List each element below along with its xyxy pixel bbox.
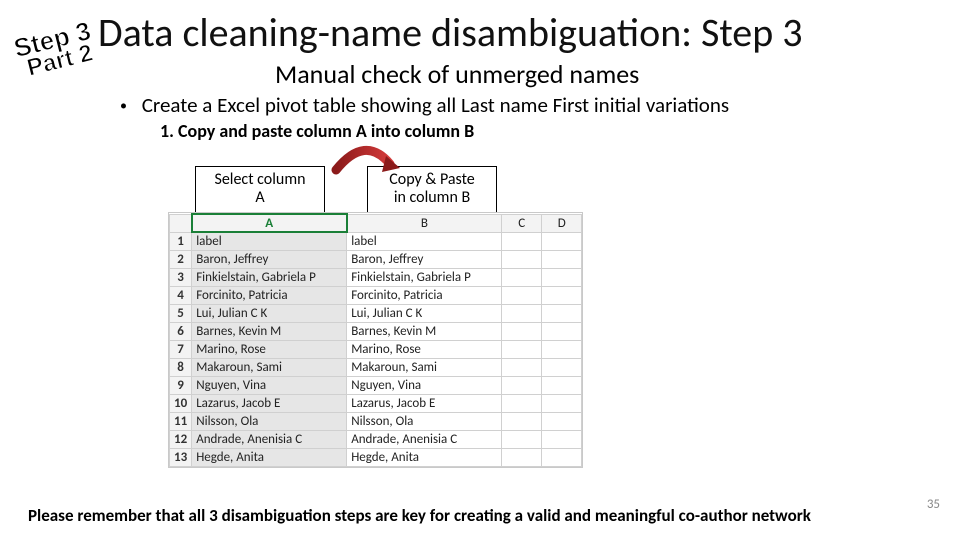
cell-a[interactable]: Lazarus, Jacob E [192,394,347,412]
table-row: 1labellabel [170,232,582,250]
cell-c[interactable] [502,376,542,394]
cell-a[interactable]: Marino, Rose [192,340,347,358]
cell-c[interactable] [502,304,542,322]
cell-c[interactable] [502,358,542,376]
cell-b[interactable]: Forcinito, Patricia [347,286,502,304]
cell-d[interactable] [542,430,582,448]
cell-b[interactable]: Marino, Rose [347,340,502,358]
table-row: 13Hegde, AnitaHegde, Anita [170,448,582,466]
spreadsheet: A B C D 1labellabel2Baron, JeffreyBaron,… [168,212,583,468]
column-header-row: A B C D [170,214,582,232]
table-row: 2Baron, JeffreyBaron, Jeffrey [170,250,582,268]
callout-a-l2: A [202,189,318,207]
cell-b[interactable]: Lazarus, Jacob E [347,394,502,412]
cell-b[interactable]: Lui, Julian C K [347,304,502,322]
slide-subtitle: Manual check of unmerged names [275,58,639,90]
row-header[interactable]: 9 [170,376,192,394]
bullet-text: Create a Excel pivot table showing all L… [142,92,729,118]
col-header-b[interactable]: B [347,214,502,232]
cell-a[interactable]: Nguyen, Vina [192,376,347,394]
row-header[interactable]: 6 [170,322,192,340]
cell-b[interactable]: Nilsson, Ola [347,412,502,430]
cell-d[interactable] [542,340,582,358]
cell-d[interactable] [542,448,582,466]
cell-a[interactable]: Baron, Jeffrey [192,250,347,268]
table-row: 4Forcinito, PatriciaForcinito, Patricia [170,286,582,304]
cell-a[interactable]: label [192,232,347,250]
table-row: 3Finkielstain, Gabriela PFinkielstain, G… [170,268,582,286]
cell-b[interactable]: Andrade, Anenisia C [347,430,502,448]
bullet-dot: • [120,97,127,114]
bullet-item: • Create a Excel pivot table showing all… [120,92,729,118]
cell-c[interactable] [502,430,542,448]
table-row: 6Barnes, Kevin MBarnes, Kevin M [170,322,582,340]
row-header[interactable]: 3 [170,268,192,286]
row-header[interactable]: 11 [170,412,192,430]
col-header-c[interactable]: C [502,214,542,232]
cell-c[interactable] [502,394,542,412]
row-header[interactable]: 5 [170,304,192,322]
callout-a-l1: Select column [202,171,318,189]
callout-b-l2: in column B [374,189,490,207]
table-row: 7Marino, RoseMarino, Rose [170,340,582,358]
row-header[interactable]: 12 [170,430,192,448]
cell-d[interactable] [542,268,582,286]
cell-d[interactable] [542,250,582,268]
row-header[interactable]: 13 [170,448,192,466]
cell-a[interactable]: Lui, Julian C K [192,304,347,322]
cell-d[interactable] [542,412,582,430]
cell-a[interactable]: Makaroun, Sami [192,358,347,376]
select-all-corner[interactable] [170,214,192,232]
table-row: 5Lui, Julian C KLui, Julian C K [170,304,582,322]
cell-d[interactable] [542,286,582,304]
cell-d[interactable] [542,232,582,250]
cell-b[interactable]: label [347,232,502,250]
page-number: 35 [927,497,940,512]
cell-d[interactable] [542,322,582,340]
row-header[interactable]: 1 [170,232,192,250]
cell-d[interactable] [542,304,582,322]
cell-b[interactable]: Finkielstain, Gabriela P [347,268,502,286]
cell-b[interactable]: Hegde, Anita [347,448,502,466]
cell-c[interactable] [502,286,542,304]
col-header-a[interactable]: A [192,214,347,232]
table-row: 12Andrade, Anenisia CAndrade, Anenisia C [170,430,582,448]
cell-c[interactable] [502,250,542,268]
cell-c[interactable] [502,232,542,250]
cell-c[interactable] [502,412,542,430]
cell-d[interactable] [542,376,582,394]
cell-c[interactable] [502,322,542,340]
table-row: 8Makaroun, SamiMakaroun, Sami [170,358,582,376]
row-header[interactable]: 8 [170,358,192,376]
footer-note: Please remember that all 3 disambiguatio… [28,505,811,526]
cell-c[interactable] [502,448,542,466]
table-row: 10Lazarus, Jacob ELazarus, Jacob E [170,394,582,412]
step-stamp: Step 3 Part 2 [12,19,99,82]
curved-arrow-icon [330,144,400,174]
row-header[interactable]: 10 [170,394,192,412]
cell-d[interactable] [542,394,582,412]
cell-b[interactable]: Baron, Jeffrey [347,250,502,268]
row-header[interactable]: 7 [170,340,192,358]
cell-b[interactable]: Barnes, Kevin M [347,322,502,340]
cell-d[interactable] [542,358,582,376]
cell-b[interactable]: Makaroun, Sami [347,358,502,376]
substep-text: 1. Copy and paste column A into column B [160,120,474,142]
cell-a[interactable]: Barnes, Kevin M [192,322,347,340]
row-header[interactable]: 2 [170,250,192,268]
row-header[interactable]: 4 [170,286,192,304]
table-row: 9Nguyen, VinaNguyen, Vina [170,376,582,394]
callout-select-column-a: Select column A [195,166,325,213]
cell-a[interactable]: Finkielstain, Gabriela P [192,268,347,286]
cell-a[interactable]: Nilsson, Ola [192,412,347,430]
cell-a[interactable]: Hegde, Anita [192,448,347,466]
col-header-d[interactable]: D [542,214,582,232]
cell-a[interactable]: Andrade, Anenisia C [192,430,347,448]
cell-a[interactable]: Forcinito, Patricia [192,286,347,304]
table-row: 11Nilsson, OlaNilsson, Ola [170,412,582,430]
cell-c[interactable] [502,340,542,358]
slide-title: Data cleaning-name disambiguation: Step … [98,8,803,57]
cell-b[interactable]: Nguyen, Vina [347,376,502,394]
cell-c[interactable] [502,268,542,286]
